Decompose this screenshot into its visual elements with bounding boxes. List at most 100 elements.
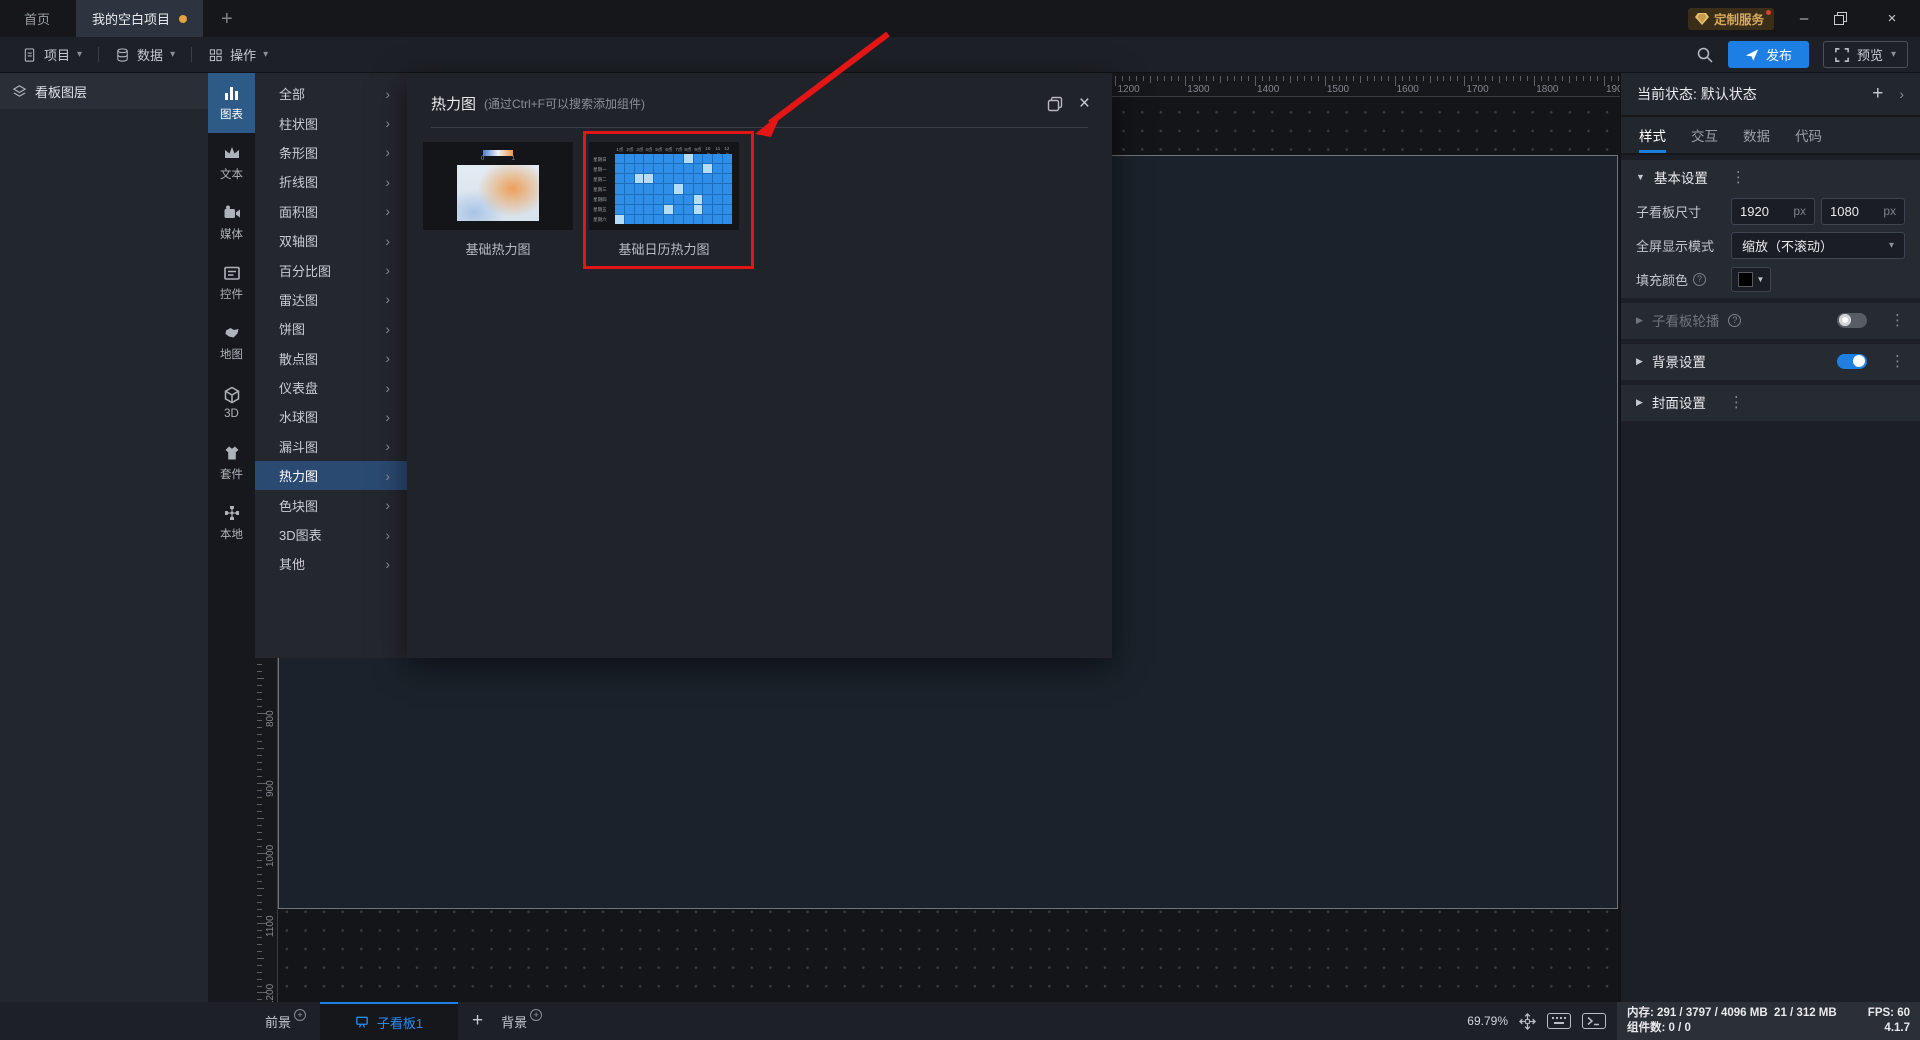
rail-item-chart[interactable]: 图表 <box>208 73 255 133</box>
search-icon[interactable] <box>1696 46 1714 64</box>
current-state-label: 当前状态: <box>1637 86 1697 102</box>
background-button[interactable]: 背景 + <box>501 1008 543 1031</box>
help-icon: ? <box>1693 272 1707 286</box>
chevron-right-icon: › <box>385 467 390 484</box>
shortcuts-keyboard-icon[interactable] <box>1547 1013 1571 1029</box>
rail-item-cube[interactable]: 3D <box>208 373 255 433</box>
ruler-label: 1100 <box>265 915 276 937</box>
category-item[interactable]: 漏斗图 › <box>255 432 407 461</box>
menu-data[interactable]: 数据 ▾ <box>99 37 191 72</box>
modal-close-icon[interactable]: × <box>1079 94 1090 113</box>
icon-rail: 图表 文本 媒体 控件 地图 3D 套件 本地 <box>208 73 255 1002</box>
category-item[interactable]: 仪表盘 › <box>255 373 407 402</box>
category-item[interactable]: 全部 › <box>255 79 407 108</box>
category-item[interactable]: 柱状图 › <box>255 108 407 137</box>
foreground-button[interactable]: 前景 + <box>265 1008 307 1031</box>
grid-icon <box>209 48 222 61</box>
chevron-right-icon: › <box>385 291 390 308</box>
display-mode-select[interactable]: 缩放（不滚动） ▾ <box>1731 231 1905 259</box>
bottom-bar: 前景 + 子看板1 + 背景 + 69.79% 内存: 291 / 3797 /… <box>0 1002 1920 1040</box>
preview-button[interactable]: 预览 ▾ <box>1822 41 1908 68</box>
kebab-menu-icon[interactable]: ⋮ <box>1890 311 1905 329</box>
ruler-label: 1200 <box>1117 84 1140 95</box>
expand-arrow-icon[interactable]: ▶ <box>1636 315 1643 326</box>
category-item[interactable]: 散点图 › <box>255 344 407 373</box>
subboard-tab[interactable]: 子看板1 <box>320 1002 459 1040</box>
modal-title: 热力图 <box>431 96 477 113</box>
chevron-right-icon: › <box>385 555 390 572</box>
add-subboard-button[interactable]: + <box>472 1010 483 1032</box>
category-item[interactable]: 条形图 › <box>255 138 407 167</box>
ruler-label: 1500 <box>1326 84 1350 95</box>
category-item[interactable]: 面积图 › <box>255 197 407 226</box>
category-item[interactable]: 百分比图 › <box>255 255 407 284</box>
ruler-label: 900 <box>265 780 276 798</box>
category-item[interactable]: 热力图 › <box>255 461 407 491</box>
category-list: 全部 › 柱状图 › 条形图 › 折线图 › 面积图 › 双轴图 › 百分比图 › 雷达图 › 饼图 › 散点图 › 仪… <box>255 73 407 658</box>
expand-arrow-icon[interactable]: ▶ <box>1636 397 1643 408</box>
document-icon <box>24 47 35 62</box>
panel-tab[interactable]: 交互 <box>1691 117 1718 153</box>
add-background-icon[interactable]: + <box>530 1008 543 1021</box>
board-size-label: 子看板尺寸 <box>1636 204 1702 220</box>
new-tab-button[interactable]: + <box>221 9 233 29</box>
restore-button[interactable] <box>1834 12 1862 25</box>
chevron-right-icon: › <box>385 320 390 337</box>
modal-hint: (通过Ctrl+F可以搜索添加组件) <box>484 97 646 111</box>
fill-color-picker[interactable]: ▼ <box>1731 266 1771 292</box>
panel-tab[interactable]: 样式 <box>1639 117 1666 153</box>
rail-item-text[interactable]: 文本 <box>208 133 255 193</box>
local-icon <box>223 504 241 522</box>
chevron-right-icon[interactable]: › <box>1899 86 1904 102</box>
tab-home[interactable]: 首页 <box>24 9 50 28</box>
kebab-menu-icon[interactable]: ⋮ <box>1890 352 1905 370</box>
collapse-arrow-icon[interactable]: ▼ <box>1636 172 1645 182</box>
add-foreground-icon[interactable]: + <box>294 1008 307 1021</box>
background-toggle[interactable] <box>1837 353 1867 369</box>
console-icon[interactable] <box>1582 1013 1606 1029</box>
current-state-value: 默认状态 <box>1700 86 1757 102</box>
expand-arrow-icon[interactable]: ▶ <box>1636 356 1643 367</box>
ruler-label: 1800 <box>1536 84 1559 95</box>
rail-item-widget[interactable]: 控件 <box>208 253 255 313</box>
ruler-label: 1200 <box>265 984 276 1002</box>
kebab-menu-icon[interactable]: ⋮ <box>1731 168 1746 186</box>
ruler-label: 1400 <box>1257 84 1280 95</box>
fit-to-screen-icon[interactable] <box>1519 1012 1536 1030</box>
zoom-level[interactable]: 69.79% <box>1467 1014 1508 1028</box>
category-item[interactable]: 折线图 › <box>255 167 407 196</box>
category-item[interactable]: 雷达图 › <box>255 285 407 314</box>
category-item[interactable]: 其他 › <box>255 549 407 578</box>
custom-service-badge[interactable]: 定制服务 <box>1687 7 1774 30</box>
rail-item-local[interactable]: 本地 <box>208 493 255 553</box>
category-item[interactable]: 3D图表 › <box>255 520 407 549</box>
rail-item-media[interactable]: 媒体 <box>208 193 255 253</box>
component-card-basic-heatmap[interactable]: 01 基础热力图 <box>423 142 573 258</box>
minimize-button[interactable]: – <box>1790 10 1818 27</box>
category-item[interactable]: 饼图 › <box>255 314 407 343</box>
width-input[interactable] <box>1740 203 1794 219</box>
menu-project[interactable]: 项目 ▾ <box>6 37 98 72</box>
tab-project[interactable]: 我的空白项目 <box>76 0 204 37</box>
publish-button[interactable]: 发布 <box>1727 41 1809 68</box>
chevron-right-icon: › <box>385 438 390 455</box>
red-highlight-box <box>583 131 754 269</box>
category-item[interactable]: 水球图 › <box>255 402 407 431</box>
carousel-toggle[interactable] <box>1837 312 1867 328</box>
panel-tab[interactable]: 数据 <box>1743 117 1770 153</box>
close-button[interactable]: × <box>1878 10 1906 27</box>
rail-item-map[interactable]: 地图 <box>208 313 255 373</box>
detach-window-icon[interactable] <box>1047 96 1063 112</box>
category-item[interactable]: 双轴图 › <box>255 226 407 255</box>
chevron-right-icon: › <box>385 497 390 514</box>
add-state-button[interactable]: + <box>1872 83 1883 105</box>
rail-item-kit[interactable]: 套件 <box>208 433 255 493</box>
menubar: 项目 ▾ 数据 ▾ 操作 ▾ 发布 预览 ▾ <box>0 37 1920 73</box>
menu-operations[interactable]: 操作 ▾ <box>192 37 284 72</box>
category-item[interactable]: 色块图 › <box>255 490 407 519</box>
chevron-right-icon: › <box>385 379 390 396</box>
kebab-menu-icon[interactable]: ⋮ <box>1729 393 1744 411</box>
height-input[interactable] <box>1830 203 1884 219</box>
panel-tab[interactable]: 代码 <box>1795 117 1822 153</box>
dropdown-arrow-icon: ▼ <box>1756 274 1765 284</box>
